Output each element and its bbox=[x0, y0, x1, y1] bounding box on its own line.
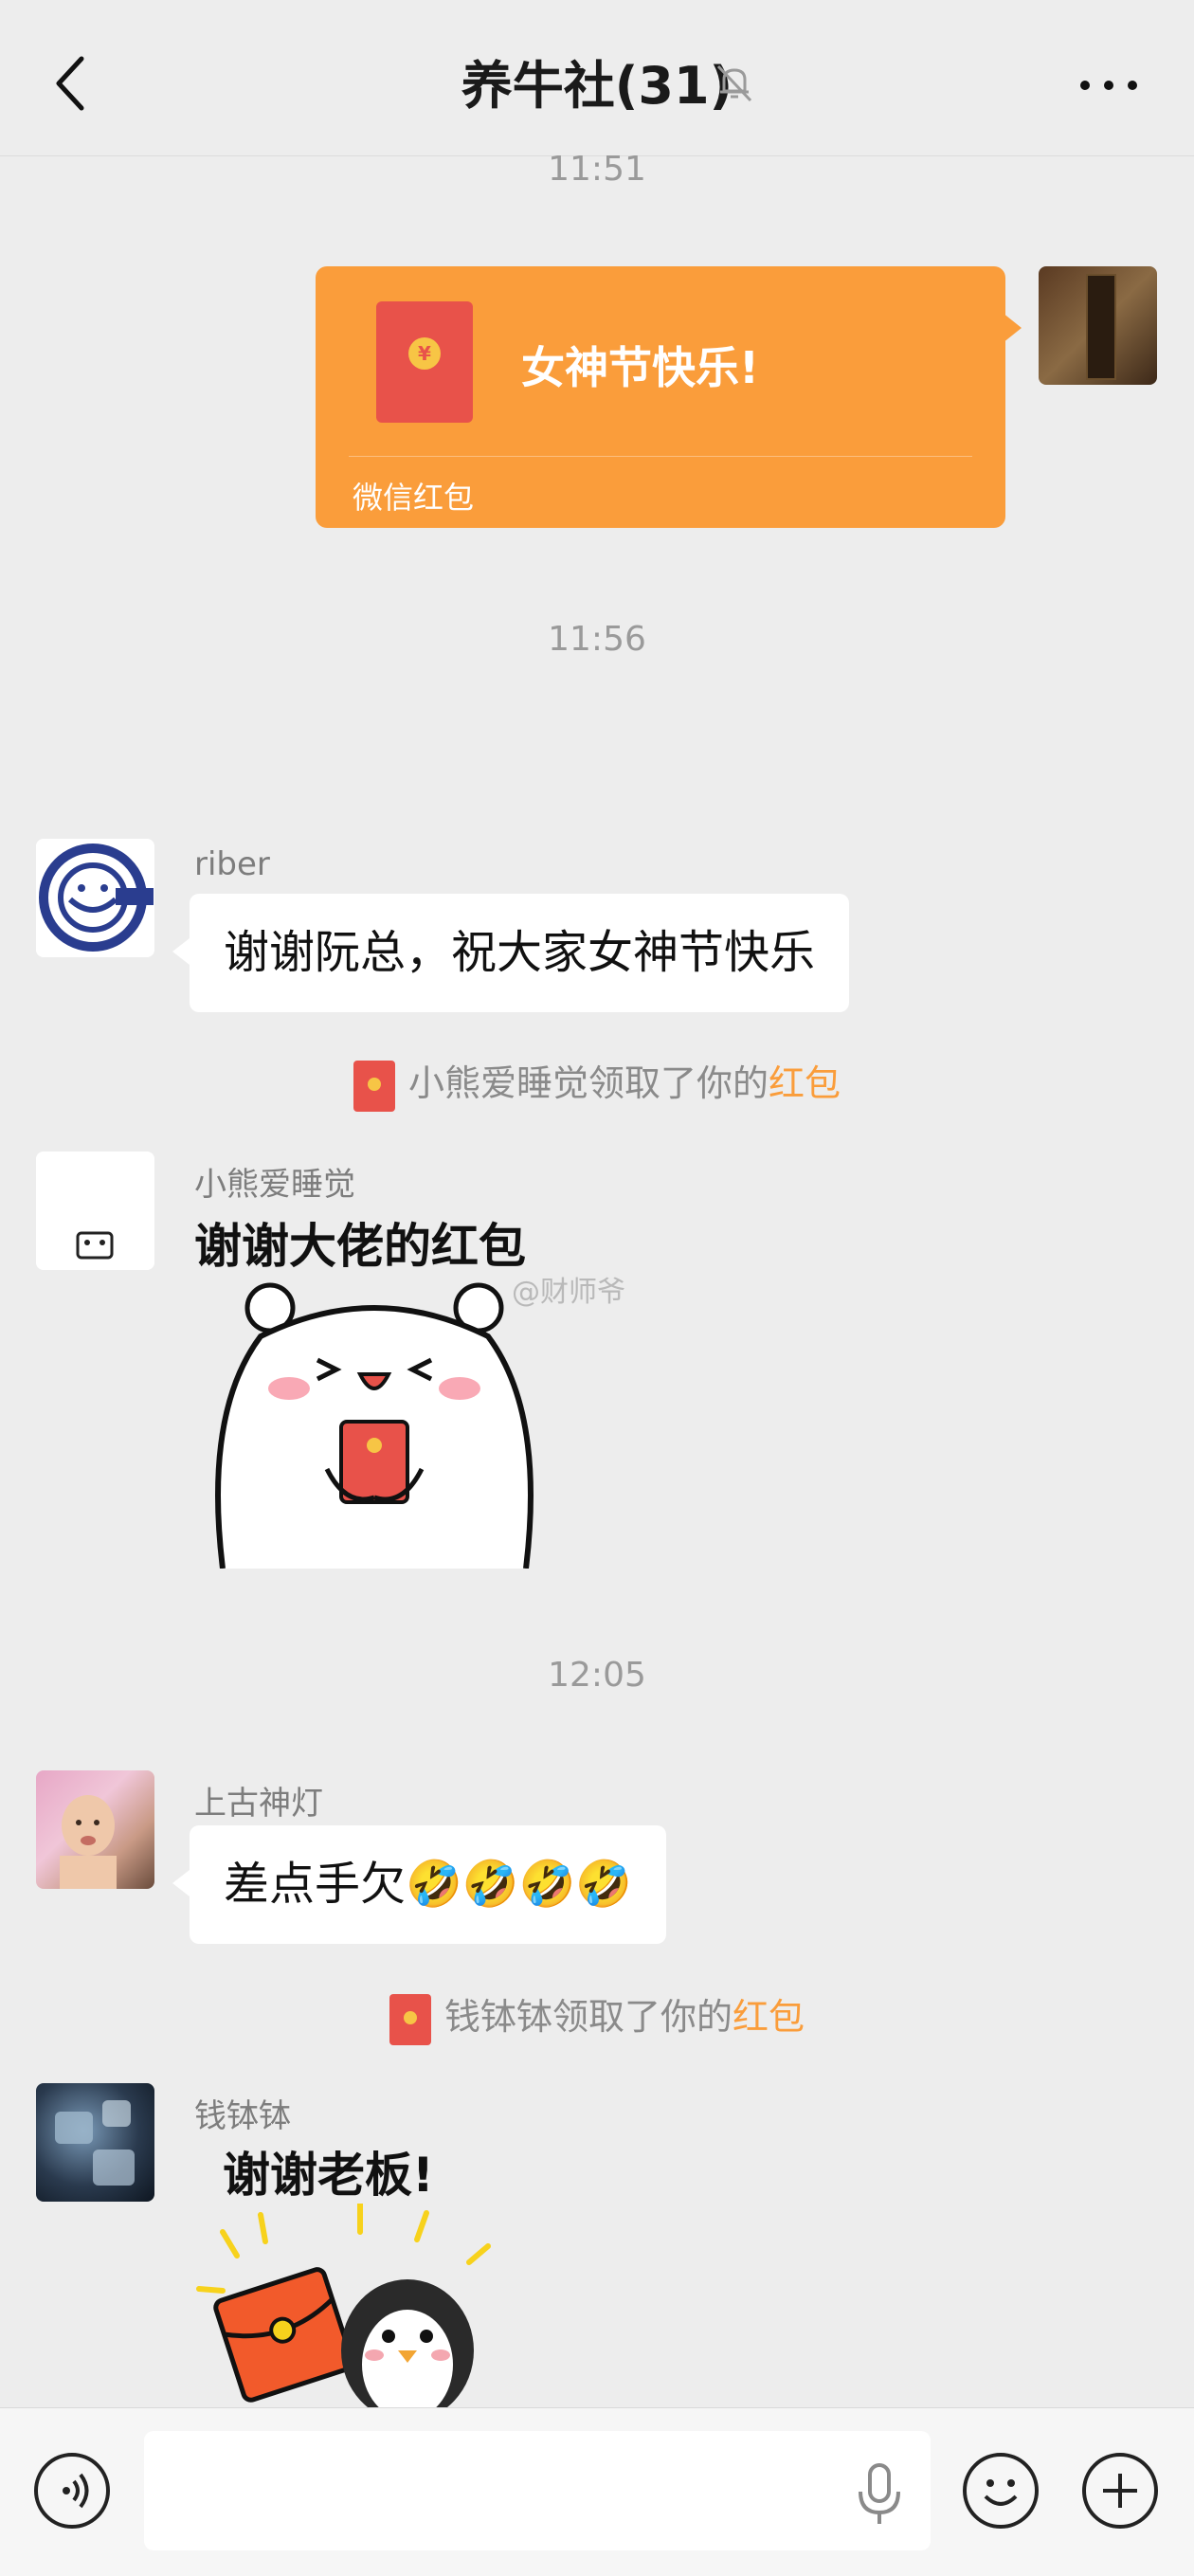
bell-muted-icon bbox=[711, 59, 758, 106]
system-message-text: 钱钵钵领取了你的 bbox=[443, 1996, 733, 2038]
timestamp: 12:05 bbox=[548, 1656, 646, 1695]
sender-name: 钱钵钵 bbox=[194, 2097, 291, 2135]
microphone-icon[interactable] bbox=[851, 2461, 908, 2528]
red-packet-icon bbox=[353, 1060, 395, 1112]
voice-icon[interactable] bbox=[34, 2453, 110, 2529]
sticker-caption: 谢谢老板! bbox=[223, 2148, 434, 2203]
chat-title: 养牛社(31) bbox=[461, 56, 733, 116]
bubble-tail bbox=[172, 1870, 190, 1896]
bubble-tail bbox=[172, 938, 190, 965]
watermark: @财师爷 bbox=[512, 1276, 625, 1309]
bubble-tail bbox=[1003, 313, 1022, 343]
message-input[interactable] bbox=[144, 2431, 931, 2550]
sender-name: 小熊爱睡觉 bbox=[194, 1166, 355, 1204]
sticker[interactable]: 谢谢老板! bbox=[194, 2137, 573, 2407]
avatar[interactable] bbox=[1039, 266, 1157, 385]
sender-name: riber bbox=[194, 845, 270, 883]
message-bubble[interactable]: 谢谢阮总，祝大家女神节快乐 bbox=[190, 894, 850, 1012]
red-packet-greeting: 女神节快乐! bbox=[521, 342, 759, 393]
penguin-sticker-image bbox=[196, 2204, 491, 2407]
system-message: 小熊爱睡觉领取了你的红包 bbox=[0, 1054, 1194, 1112]
timestamp: 11:51 bbox=[548, 150, 646, 189]
timestamp: 11:56 bbox=[548, 620, 646, 659]
red-packet-label: 微信红包 bbox=[353, 480, 475, 516]
red-packet-link[interactable]: 红包 bbox=[733, 1996, 805, 2038]
plus-icon[interactable] bbox=[1082, 2453, 1158, 2529]
emoji-icon[interactable] bbox=[963, 2453, 1039, 2529]
red-packet-icon: ¥ bbox=[376, 301, 473, 423]
avatar[interactable] bbox=[36, 2083, 154, 2202]
divider bbox=[349, 456, 972, 457]
red-packet-link[interactable]: 红包 bbox=[769, 1062, 841, 1104]
avatar[interactable] bbox=[36, 1152, 154, 1270]
system-message-text: 小熊爱睡觉领取了你的 bbox=[407, 1062, 769, 1104]
sender-name: 上古神灯 bbox=[194, 1785, 323, 1823]
sticker[interactable]: 谢谢大佬的红包 bbox=[194, 1208, 573, 1569]
system-message: 钱钵钵领取了你的红包 bbox=[0, 1987, 1194, 2045]
red-packet-icon bbox=[389, 1993, 431, 2045]
more-horizontal-icon[interactable] bbox=[1076, 66, 1142, 104]
sticker-caption: 谢谢大佬的红包 bbox=[194, 1219, 526, 1274]
message-bubble[interactable]: 差点手欠🤣🤣🤣🤣 bbox=[190, 1825, 667, 1944]
bear-sticker-image bbox=[215, 1282, 534, 1569]
avatar[interactable] bbox=[36, 839, 154, 957]
avatar[interactable] bbox=[36, 1770, 154, 1889]
